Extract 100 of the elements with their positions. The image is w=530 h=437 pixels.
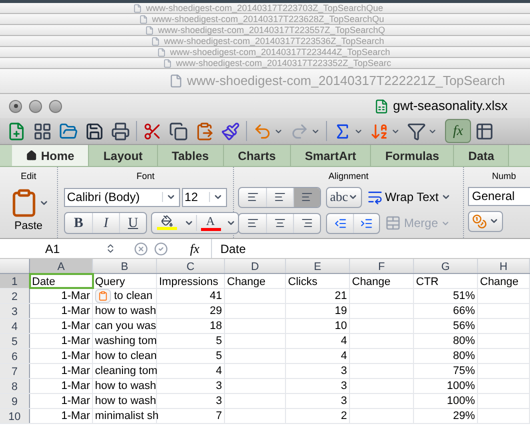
column-header[interactable]: C	[157, 259, 225, 273]
cancel-button[interactable]	[134, 242, 148, 256]
table-cell-text: 2	[340, 408, 347, 424]
name-box[interactable]: A1	[0, 240, 105, 258]
table-cell-text: 1-Mar	[61, 334, 90, 349]
currency-format-button[interactable]	[468, 210, 503, 232]
table-cell[interactable]: Change	[478, 274, 530, 288]
underline-button[interactable]: U	[119, 212, 146, 232]
table-cell-text: 1-Mar	[61, 304, 90, 319]
open-icon	[59, 122, 78, 140]
table-cell-text: 1-Mar	[61, 288, 90, 304]
row-header[interactable]: 5	[0, 334, 30, 348]
coins-icon	[472, 214, 487, 228]
column-header[interactable]: A	[30, 259, 93, 273]
row-header[interactable]: 8	[0, 379, 30, 393]
row-header[interactable]: 6	[0, 349, 30, 363]
ribbon-tab[interactable]: SmartArt	[290, 145, 372, 166]
table-cell-text: 56%	[452, 318, 475, 334]
row-header[interactable]: 7	[0, 364, 30, 378]
table-cell[interactable]: Change	[350, 274, 414, 288]
table-cell-text: minimalist sh	[95, 408, 159, 424]
font-name-dropdown[interactable]: Calibri (Body)	[64, 188, 180, 206]
enter-button[interactable]	[154, 242, 168, 256]
bold-button[interactable]: B	[65, 212, 92, 232]
merge-cells-icon	[385, 215, 401, 231]
spreadsheet-file-icon	[374, 98, 389, 114]
table-cell-text: can you was	[95, 318, 156, 334]
row-header[interactable]: 9	[0, 394, 30, 408]
table-cell[interactable]: Date	[30, 274, 93, 288]
ribbon-tab[interactable]: Home	[12, 145, 90, 166]
table-cell-text: how to wash	[95, 378, 156, 394]
zoom-button[interactable]	[49, 100, 62, 112]
column-header[interactable]: E	[286, 259, 350, 273]
table-cell-text: 51%	[452, 288, 475, 304]
table-cell-text: 19	[334, 304, 347, 319]
paste-options-button[interactable]	[95, 289, 111, 303]
clipboard-icon	[98, 291, 108, 301]
wrap-text-button[interactable]: Wrap Text	[367, 188, 451, 206]
window-title: www-shoedigest-com_20140317T223352Z_TopSearc	[176, 58, 392, 68]
save-icon	[85, 122, 104, 140]
fx-label: fx	[190, 240, 200, 258]
document-icon	[145, 26, 154, 34]
align-bottom-button[interactable]	[293, 188, 320, 206]
table-cell-text: 4	[340, 334, 347, 349]
font-size-dropdown[interactable]: 12	[182, 188, 227, 206]
row-header[interactable]: 3	[0, 304, 30, 318]
italic-button[interactable]: I	[92, 212, 119, 232]
close-button[interactable]	[9, 100, 22, 112]
text-orientation-dropdown[interactable]: abc	[326, 186, 362, 208]
ribbon-tab[interactable]: Tables	[158, 145, 224, 166]
table-cell[interactable]: Impressions	[157, 274, 225, 288]
table-cell[interactable]: CTR	[414, 274, 478, 288]
new-document-icon	[7, 122, 26, 140]
column-header[interactable]: D	[225, 259, 286, 273]
column-header[interactable]: B	[93, 259, 157, 273]
lines-icon	[301, 191, 313, 203]
formula-field[interactable]: Date	[211, 239, 530, 258]
document-icon	[139, 14, 148, 24]
table-cell[interactable]: Query	[93, 274, 157, 288]
caret-icon	[213, 192, 223, 202]
row-header[interactable]: 4	[0, 319, 30, 333]
window-title: gwt-seasonality.xlsx	[393, 97, 509, 116]
minimize-button[interactable]	[29, 100, 42, 112]
home-icon	[26, 150, 37, 161]
row-header[interactable]: 1	[0, 274, 30, 288]
stepper-icon	[105, 243, 116, 254]
ribbon-tab[interactable]: Data	[454, 145, 510, 166]
table-cell-text: 80%	[452, 334, 475, 349]
ribbon-tab[interactable]: Charts	[224, 145, 291, 166]
table-cell-text: 1-Mar	[61, 348, 90, 364]
table-cell-text: 100%	[446, 394, 475, 409]
copy-icon	[169, 122, 188, 140]
column-header[interactable]: G	[414, 259, 478, 273]
lines-icon	[246, 191, 258, 203]
cut-icon	[143, 122, 162, 140]
table-cell-text: 1-Mar	[61, 378, 90, 394]
formula-builder-button[interactable]: fx	[445, 119, 471, 143]
table-cell-text: 3	[340, 378, 347, 394]
ribbon-tab[interactable]: Formulas	[371, 145, 454, 166]
column-header[interactable]: F	[350, 259, 414, 273]
ribbon-tab[interactable]: Layout	[89, 145, 158, 166]
table-cell-text: 75%	[452, 364, 475, 379]
table-cell-text: 10	[334, 318, 347, 334]
table-cell-text: to clean	[114, 288, 153, 304]
table-cell-text: 100%	[446, 378, 475, 394]
document-icon	[163, 58, 172, 68]
document-icon	[133, 4, 142, 12]
table-cell-text: 3	[340, 394, 347, 409]
number-format-field[interactable]: General	[468, 186, 530, 206]
filter-icon	[407, 122, 426, 140]
table-cell-text: 41	[210, 288, 222, 304]
table-cell-text: washing tom	[95, 334, 157, 349]
table-cell-text: 4	[216, 364, 222, 379]
table-cell[interactable]: Clicks	[286, 274, 350, 288]
table-cell[interactable]: Change	[225, 274, 286, 288]
group-title: Edit	[20, 170, 36, 183]
column-header[interactable]: H	[478, 259, 530, 273]
row-header[interactable]: 10	[0, 409, 30, 423]
paste-menu-button[interactable]: Paste	[8, 188, 48, 234]
row-header[interactable]: 2	[0, 289, 30, 303]
